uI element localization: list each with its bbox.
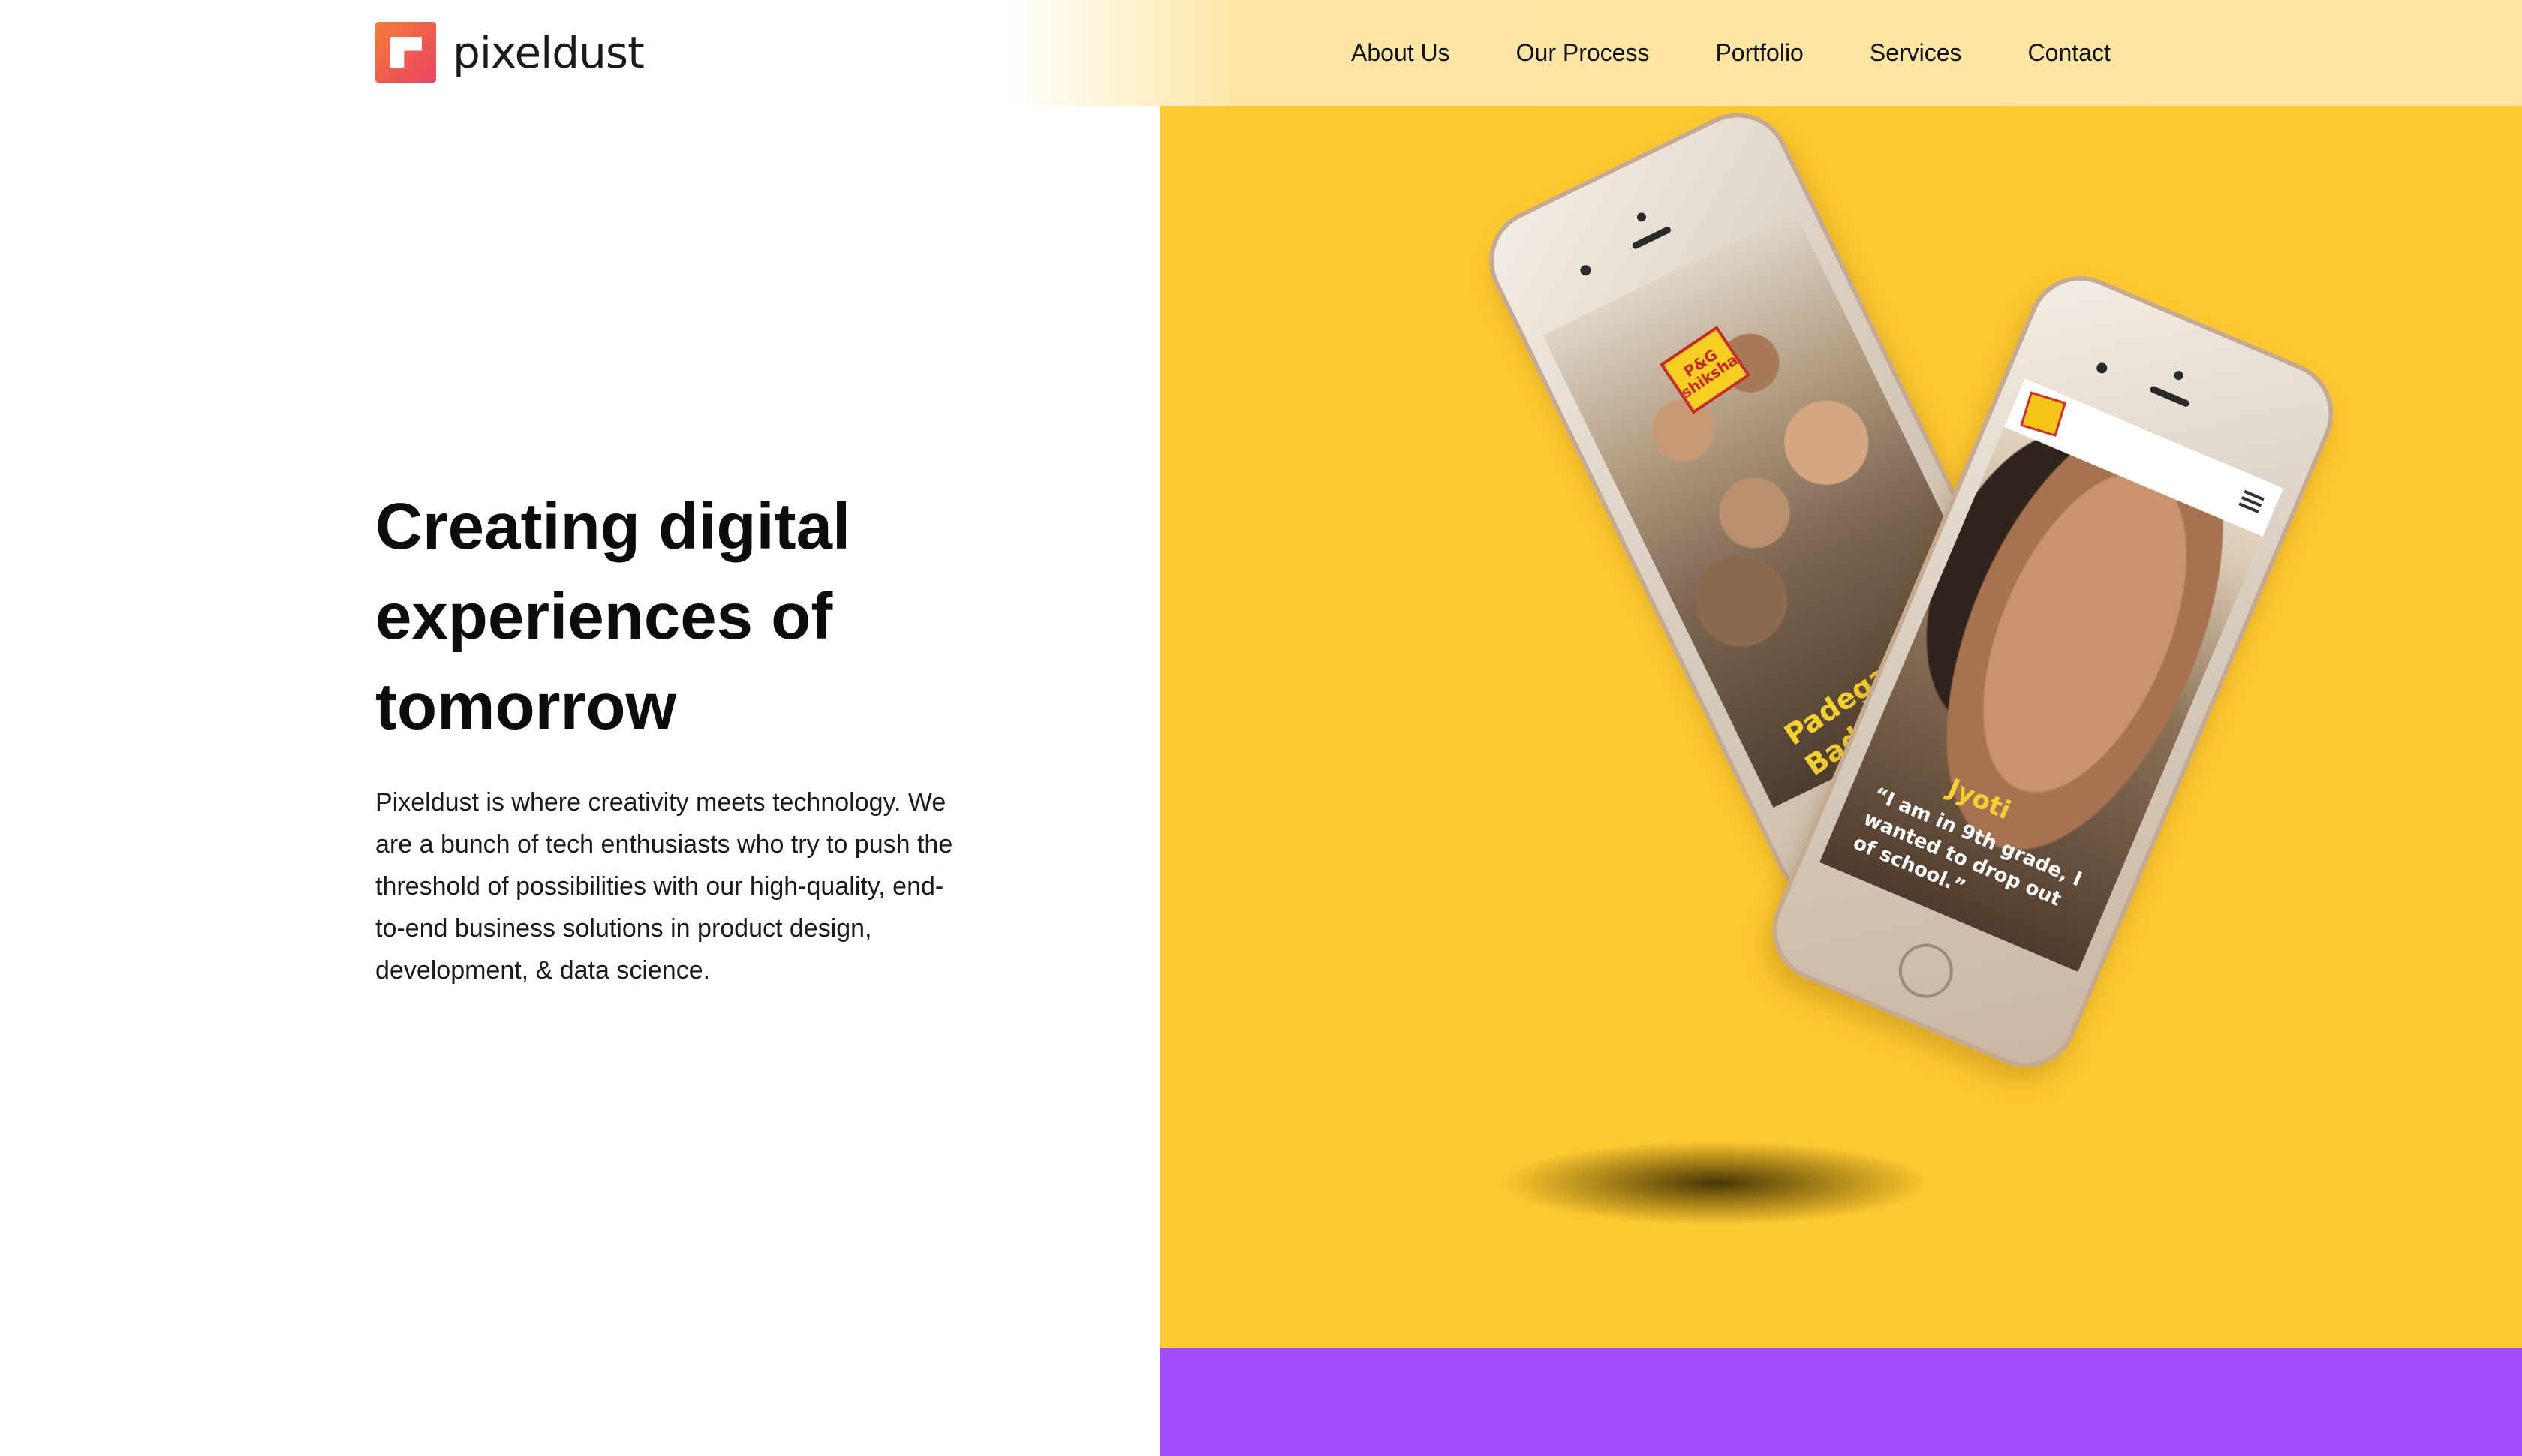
phone-camera-icon (2172, 369, 2185, 381)
screen-topbar (2004, 378, 2283, 537)
phone-home-button-icon (1890, 935, 1962, 1006)
phone-speaker-icon (1631, 225, 1672, 251)
hamburger-menu-icon (2238, 489, 2265, 513)
brand-name: pixeldust (453, 26, 645, 78)
nav-item-portfolio[interactable]: Portfolio (1715, 39, 1803, 67)
main-nav: About Us Our Process Portfolio Services … (1351, 0, 2177, 106)
nav-item-our-process[interactable]: Our Process (1516, 39, 1650, 67)
page: pixeldust About Us Our Process Portfolio… (0, 0, 2522, 1456)
phone-sensor-icon (1579, 263, 1593, 278)
purple-section-band (1160, 1348, 2522, 1456)
pg-shiksha-logo-icon (2020, 391, 2067, 437)
nav-item-services[interactable]: Services (1870, 39, 1962, 67)
phone-speaker-icon (2149, 385, 2191, 408)
phone-camera-icon (1635, 211, 1648, 224)
nav-item-about-us[interactable]: About Us (1351, 39, 1450, 67)
logo-link[interactable]: pixeldust (375, 22, 645, 83)
hero-description: Pixeldust is where creativity meets tech… (375, 788, 953, 985)
pg-shiksha-badge: P&G shiksha (1660, 325, 1751, 414)
phone-shadow (1506, 1142, 1926, 1224)
site-header: pixeldust About Us Our Process Portfolio… (0, 0, 2522, 106)
hero-title: Creating digital experiences of tomorrow (375, 490, 851, 743)
phone-sensor-icon (2095, 361, 2109, 375)
nav-item-contact[interactable]: Contact (2028, 39, 2111, 67)
pixeldust-logo-icon (375, 22, 436, 83)
